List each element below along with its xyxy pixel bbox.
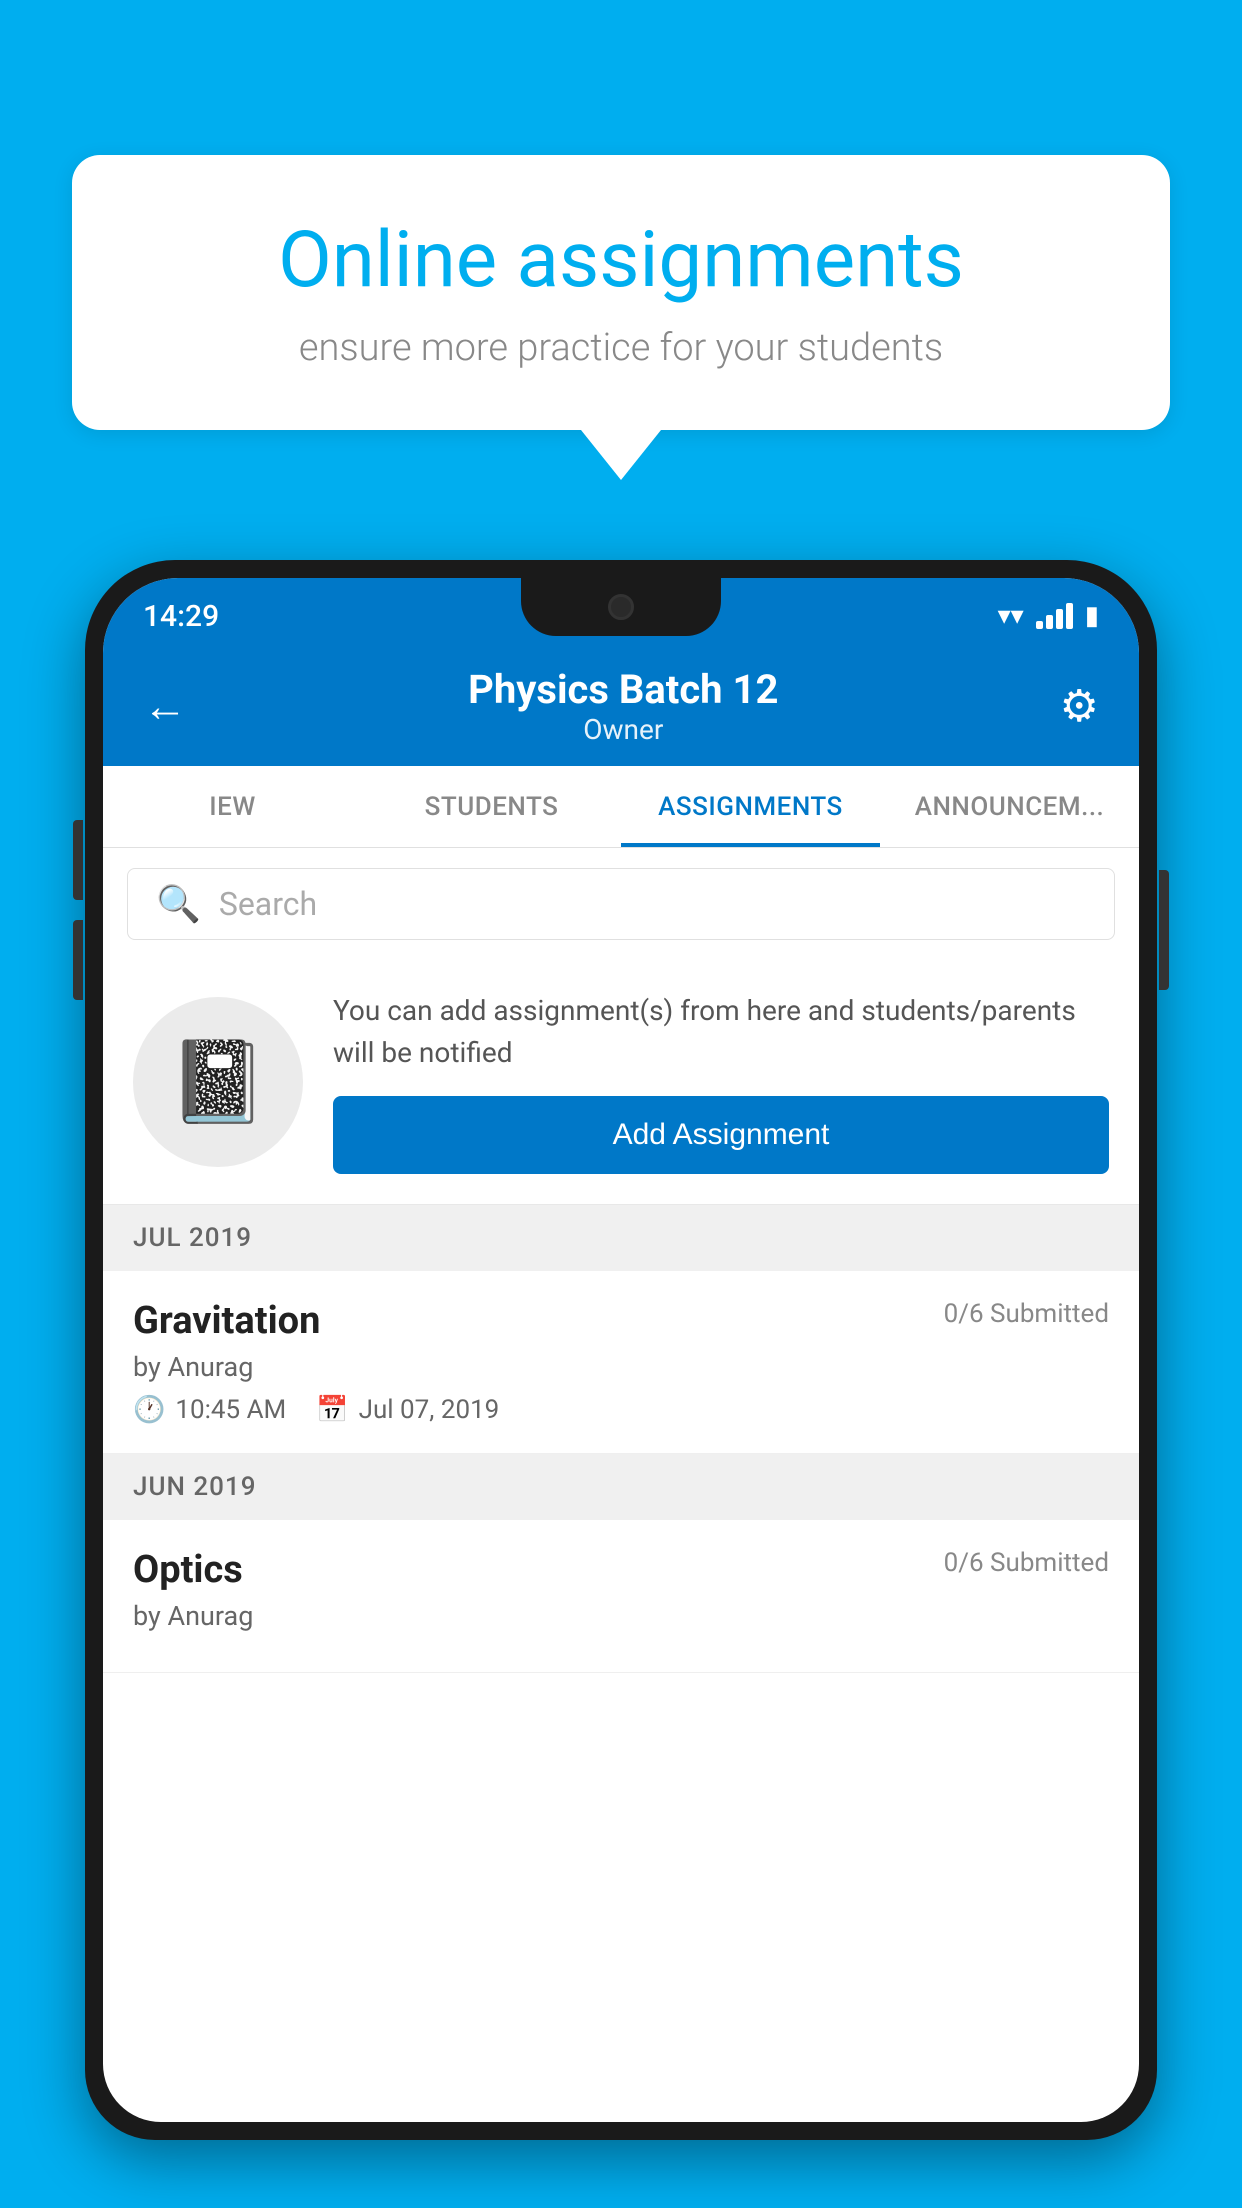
wifi-icon: ▾▾ — [998, 601, 1024, 631]
tab-iew[interactable]: IEW — [103, 766, 362, 847]
info-description: You can add assignment(s) from here and … — [333, 990, 1109, 1074]
assignment-author-optics: by Anurag — [133, 1600, 1109, 1632]
assignment-name-gravitation: Gravitation — [133, 1299, 320, 1343]
phone-content: 14:29 ▾▾ ▮ ← Physics Batch 12 Owner — [103, 578, 1139, 2054]
search-container: 🔍 Search — [103, 848, 1139, 960]
bubble-subtitle: ensure more practice for your students — [142, 326, 1100, 370]
app-header: ← Physics Batch 12 Owner ⚙ — [103, 646, 1139, 766]
assignment-name-optics: Optics — [133, 1548, 243, 1592]
month-header-jun: JUN 2019 — [103, 1454, 1139, 1520]
assignment-author-gravitation: by Anurag — [133, 1351, 1109, 1383]
clock-icon: 🕐 — [133, 1395, 165, 1425]
assignment-icon-circle: 📓 — [133, 997, 303, 1167]
speech-bubble-arrow — [581, 430, 661, 480]
month-header-jul: JUL 2019 — [103, 1205, 1139, 1271]
power-button — [1159, 870, 1169, 990]
header-subtitle: Owner — [468, 713, 778, 746]
battery-icon: ▮ — [1085, 601, 1099, 631]
notebook-icon: 📓 — [168, 1035, 268, 1129]
info-card: 📓 You can add assignment(s) from here an… — [103, 960, 1139, 1205]
phone-container: 14:29 ▾▾ ▮ ← Physics Batch 12 Owner — [85, 560, 1157, 2208]
phone-notch — [521, 578, 721, 636]
phone-outer: 14:29 ▾▾ ▮ ← Physics Batch 12 Owner — [85, 560, 1157, 2140]
assignment-gravitation[interactable]: Gravitation 0/6 Submitted by Anurag 🕐 10… — [103, 1271, 1139, 1454]
header-title: Physics Batch 12 — [468, 666, 778, 713]
front-camera — [608, 594, 634, 620]
assignment-top-row: Gravitation 0/6 Submitted — [133, 1299, 1109, 1343]
speech-bubble: Online assignments ensure more practice … — [72, 155, 1170, 430]
submitted-badge-optics: 0/6 Submitted — [944, 1548, 1109, 1578]
search-icon: 🔍 — [156, 883, 201, 925]
header-center: Physics Batch 12 Owner — [468, 666, 778, 746]
info-card-right: You can add assignment(s) from here and … — [333, 990, 1109, 1174]
volume-up-button — [73, 920, 83, 1000]
bubble-title: Online assignments — [142, 215, 1100, 306]
assignment-date: 📅 Jul 07, 2019 — [316, 1395, 499, 1425]
search-placeholder: Search — [219, 885, 317, 923]
assignment-optics[interactable]: Optics 0/6 Submitted by Anurag — [103, 1520, 1139, 1673]
tab-assignments[interactable]: ASSIGNMENTS — [621, 766, 880, 847]
tab-students[interactable]: STUDENTS — [362, 766, 621, 847]
signal-icon — [1036, 603, 1073, 629]
search-bar[interactable]: 🔍 Search — [127, 868, 1115, 940]
submitted-badge-gravitation: 0/6 Submitted — [944, 1299, 1109, 1329]
settings-button[interactable]: ⚙ — [1060, 680, 1099, 732]
status-icons: ▾▾ ▮ — [998, 601, 1099, 631]
assignment-meta-gravitation: 🕐 10:45 AM 📅 Jul 07, 2019 — [133, 1395, 1109, 1425]
status-time: 14:29 — [143, 599, 219, 634]
speech-bubble-container: Online assignments ensure more practice … — [72, 155, 1170, 480]
phone-screen: 14:29 ▾▾ ▮ ← Physics Batch 12 Owner — [103, 578, 1139, 2122]
tabs-bar: IEW STUDENTS ASSIGNMENTS ANNOUNCEM... — [103, 766, 1139, 848]
back-button[interactable]: ← — [143, 680, 187, 732]
add-assignment-button[interactable]: Add Assignment — [333, 1096, 1109, 1174]
volume-down-button — [73, 820, 83, 900]
calendar-icon: 📅 — [316, 1395, 348, 1425]
assignment-time: 🕐 10:45 AM — [133, 1395, 286, 1425]
tab-announcements[interactable]: ANNOUNCEM... — [880, 766, 1139, 847]
assignment-top-row-optics: Optics 0/6 Submitted — [133, 1548, 1109, 1592]
